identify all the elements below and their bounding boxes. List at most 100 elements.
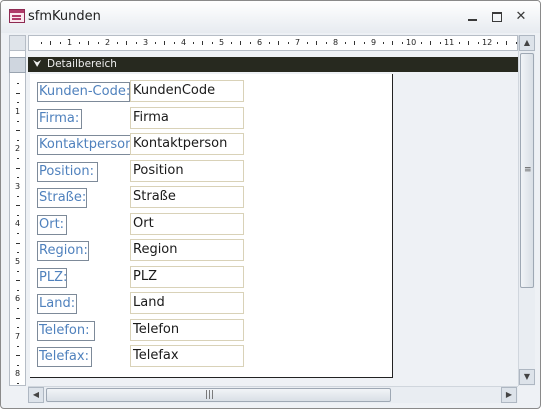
ruler-number: 5: [219, 38, 225, 47]
field-textbox[interactable]: Kontaktperson: [130, 133, 244, 155]
ruler-tick: [496, 42, 498, 44]
arrow-left-icon: ◀: [32, 390, 40, 399]
field-label[interactable]: Straße:: [37, 188, 87, 208]
size-grip[interactable]: [518, 386, 535, 403]
horizontal-scroll-thumb[interactable]: |||: [46, 388, 391, 402]
minimize-button[interactable]: [463, 8, 483, 26]
field-label[interactable]: Firma:: [37, 108, 82, 129]
collapse-arrow-icon: ⮟: [33, 59, 42, 70]
scroll-up-button[interactable]: ▲: [519, 35, 535, 51]
ruler-number: 2: [15, 144, 21, 153]
field-textbox[interactable]: Region: [130, 239, 244, 261]
scroll-left-button[interactable]: ◀: [28, 387, 44, 403]
field-label[interactable]: PLZ:: [37, 267, 67, 288]
field-textbox[interactable]: Telefon: [130, 318, 244, 341]
ruler-tick: [17, 102, 19, 104]
field-label[interactable]: Telefax:: [37, 347, 92, 367]
ruler-tick: [88, 41, 89, 45]
ruler-tick: [17, 83, 19, 85]
ruler-tick: [17, 214, 19, 216]
field-textbox[interactable]: Position: [130, 159, 244, 182]
ruler-tick: [16, 242, 20, 244]
detail-section-surface[interactable]: Kunden-Code: KundenCode Firma: Firma Kontakt…: [30, 74, 393, 378]
ruler-number: 4: [15, 219, 21, 228]
ruler-tick: [17, 195, 19, 197]
field-label[interactable]: Position:: [37, 161, 98, 182]
ruler-tick: [16, 205, 20, 207]
ruler-tick: [16, 280, 20, 282]
ruler-number: 3: [143, 38, 149, 47]
field-textbox[interactable]: Firma: [130, 106, 244, 129]
close-button[interactable]: ✕: [511, 8, 531, 26]
ruler-tick: [515, 42, 517, 44]
ruler-tick: [17, 383, 19, 385]
scroll-down-button[interactable]: ▼: [519, 369, 535, 385]
ruler-tick: [97, 42, 99, 44]
title-bar[interactable]: sfmKunden ✕: [1, 1, 540, 33]
ruler-number: 5: [15, 256, 21, 266]
ruler-tick: [17, 289, 19, 291]
ruler-tick: [382, 42, 384, 44]
ruler-number: 9: [371, 38, 377, 47]
ruler-number: 11: [444, 38, 455, 47]
field-label[interactable]: Telefon:: [37, 320, 95, 341]
field-textbox[interactable]: PLZ: [130, 265, 244, 288]
ruler-tick: [458, 42, 460, 44]
field-label[interactable]: Ort:: [37, 214, 67, 235]
ruler-tick: [287, 42, 289, 44]
ruler-tick: [211, 42, 213, 44]
field-textbox[interactable]: Straße: [130, 186, 244, 208]
ruler-number: 10: [406, 38, 417, 47]
ruler-number: 3: [15, 181, 21, 191]
ruler-number: 7: [15, 331, 21, 341]
ruler-tick: [16, 92, 20, 94]
field-label[interactable]: Kunden-Code:: [37, 82, 130, 102]
field-label[interactable]: Kontaktperson:: [37, 135, 132, 155]
field-textbox[interactable]: Land: [130, 292, 244, 314]
scroll-right-button[interactable]: ▶: [501, 387, 517, 403]
ruler-tick: [344, 42, 346, 44]
field-textbox[interactable]: KundenCode: [130, 80, 244, 102]
ruler-tick: [325, 42, 327, 44]
ruler-number: 2: [105, 38, 111, 47]
ruler-tick: [268, 42, 270, 44]
ruler-tick: [401, 42, 403, 44]
ruler-tick: [230, 42, 232, 44]
ruler-tick: [430, 41, 431, 45]
ruler-tick: [16, 130, 20, 132]
ruler-tick: [17, 327, 19, 329]
ruler-tick: [17, 308, 19, 310]
ruler-tick: [17, 233, 19, 235]
ruler-tick: [477, 42, 479, 44]
horizontal-ruler[interactable]: 1 2 3 4 5 6 7 8 9 10 11 12: [28, 35, 518, 51]
ruler-tick: [17, 177, 19, 179]
maximize-button[interactable]: [487, 8, 507, 26]
ruler-tick: [468, 41, 469, 45]
field-textbox[interactable]: Telefax: [130, 345, 244, 367]
field-label[interactable]: Region:: [37, 241, 89, 261]
ruler-number: 8: [15, 369, 21, 378]
vertical-scrollbar[interactable]: ▲ ≡ ▼: [518, 35, 535, 386]
ruler-tick: [306, 42, 308, 44]
form-selector[interactable]: [9, 35, 26, 51]
ruler-tick: [17, 120, 19, 122]
ruler-tick: [16, 317, 20, 319]
ruler-tick: [506, 41, 507, 45]
horizontal-scrollbar[interactable]: ◀ ||| ▶: [28, 386, 518, 403]
field-label[interactable]: Land:: [37, 294, 77, 314]
vertical-scroll-thumb[interactable]: ≡: [520, 53, 534, 288]
section-header-detail[interactable]: ⮟ Detailbereich: [28, 57, 518, 72]
ruler-number: 8: [333, 38, 339, 47]
vertical-ruler[interactable]: 1 2 3 4 5 6 7 8: [9, 51, 26, 386]
section-selector[interactable]: [9, 57, 26, 73]
ruler-tick: [135, 42, 137, 44]
ruler-number: 6: [15, 294, 21, 303]
hscroll-spacer: [9, 386, 28, 403]
ruler-tick: [240, 41, 241, 45]
ruler-tick: [78, 42, 80, 44]
ruler-tick: [17, 252, 19, 254]
arrow-up-icon: ▲: [523, 38, 531, 47]
field-textbox[interactable]: Ort: [130, 212, 244, 235]
ruler-tick: [202, 41, 203, 45]
ruler-number: 7: [295, 38, 301, 47]
